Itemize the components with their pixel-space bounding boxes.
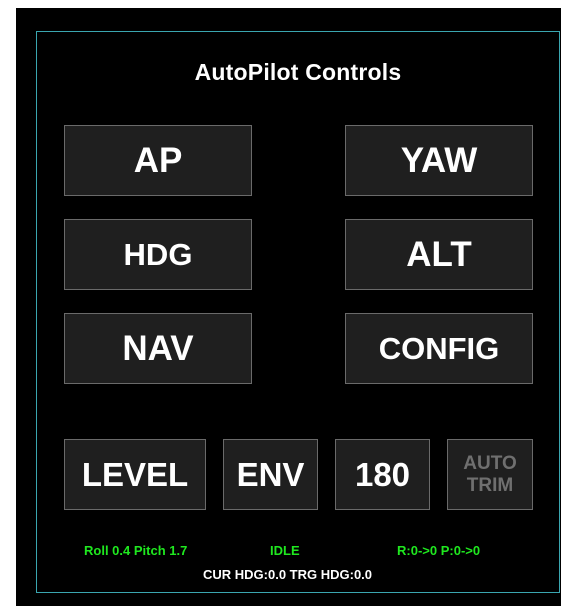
auto-trim-button[interactable]: AUTO TRIM [447,439,533,510]
autopilot-mode-status: IDLE [270,543,300,558]
config-button[interactable]: CONFIG [345,313,533,384]
alt-button[interactable]: ALT [345,219,533,290]
panel-title: AutoPilot Controls [194,59,402,85]
auto-trim-label-line1: AUTO [463,453,517,475]
hdg-button[interactable]: HDG [64,219,252,290]
heading-readout: CUR HDG:0.0 TRG HDG:0.0 [203,567,373,582]
env-button[interactable]: ENV [223,439,318,510]
yaw-button[interactable]: YAW [345,125,533,196]
auto-trim-label-line2: TRIM [466,474,514,496]
ap-button[interactable]: AP [64,125,252,196]
trim-change-readout: R:0->0 P:0->0 [397,543,481,558]
level-button[interactable]: LEVEL [64,439,206,510]
turn-180-button[interactable]: 180 [335,439,430,510]
roll-pitch-readout: Roll 0.4 Pitch 1.7 [84,543,188,558]
nav-button[interactable]: NAV [64,313,252,384]
